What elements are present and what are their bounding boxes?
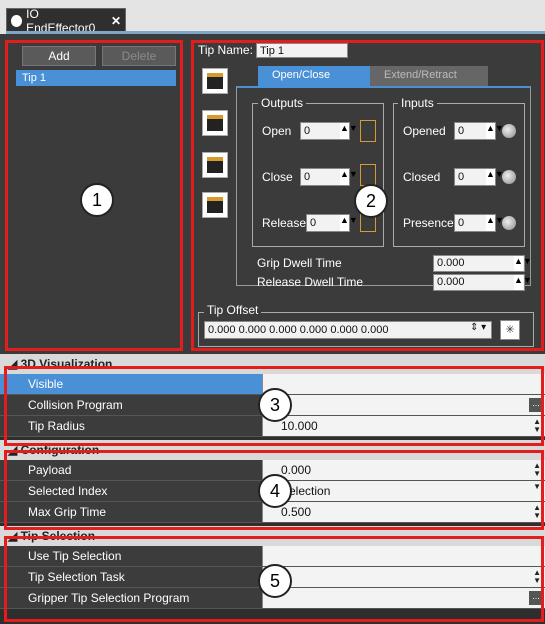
input-opened-label: Opened — [403, 124, 446, 138]
spinner-icon[interactable]: ▲▼ — [514, 256, 532, 271]
release-dwell-input[interactable]: 0.000 — [433, 274, 525, 291]
outputs-title: Outputs — [258, 96, 307, 110]
editor-tab[interactable]: IO EndEffector0 ✕ — [6, 7, 126, 35]
teach-button-icon[interactable]: ✳ — [500, 320, 520, 340]
input-presence-label: Presence — [403, 216, 454, 230]
spinner-icon[interactable]: ▲▼ — [340, 215, 358, 231]
tip-offset-title: Tip Offset — [204, 303, 262, 317]
grip-dwell-label: Grip Dwell Time — [257, 256, 342, 270]
input-closed-led-icon — [502, 170, 516, 184]
spinner-icon[interactable]: ▲▼ — [486, 169, 504, 185]
callout-3: 3 — [258, 388, 292, 422]
output-close-indicator — [360, 164, 376, 186]
tip-name-input[interactable]: Tip 1 — [256, 43, 348, 58]
output-open-indicator — [360, 120, 376, 142]
input-opened-led-icon — [502, 124, 516, 138]
callout-4: 4 — [258, 474, 292, 508]
grip-dwell-input[interactable]: 0.000 — [433, 255, 525, 272]
callout-1: 1 — [80, 183, 114, 217]
tool-icon-3[interactable] — [202, 152, 228, 178]
tab-open-close[interactable]: Open/Close — [258, 66, 378, 86]
add-button[interactable]: Add — [22, 46, 96, 66]
delete-button[interactable]: Delete — [102, 46, 176, 66]
open-close-tool-icon[interactable] — [202, 68, 228, 94]
spinner-icon[interactable]: ▲▼ — [340, 169, 358, 185]
spinner-icon[interactable]: ▲▼ — [486, 123, 504, 139]
output-close-label: Close — [262, 170, 293, 184]
release-dwell-label: Release Dwell Time — [257, 275, 364, 289]
input-presence-led-icon — [502, 216, 516, 230]
callout-2: 2 — [354, 184, 388, 218]
tip-offset-input[interactable]: 0.000 0.000 0.000 0.000 0.000 0.000 — [204, 321, 492, 339]
output-open-label: Open — [262, 124, 292, 138]
tool-icon-4[interactable] — [202, 192, 228, 218]
input-closed-label: Closed — [403, 170, 441, 184]
robot-icon — [11, 14, 23, 27]
extend-retract-tool-icon[interactable] — [202, 110, 228, 136]
tab-extend-retract[interactable]: Extend/Retract — [370, 66, 488, 86]
close-icon[interactable]: ✕ — [111, 14, 121, 28]
inputs-title: Inputs — [398, 96, 437, 110]
spinner-icon[interactable]: ▲▼ — [340, 123, 358, 139]
output-release-label: Release — [262, 216, 307, 230]
tip-name-label: Tip Name: — [198, 43, 253, 57]
spinner-dropdown-icon[interactable]: ⇕ ▾ — [470, 322, 486, 333]
spinner-icon[interactable]: ▲▼ — [514, 275, 532, 290]
callout-5: 5 — [258, 564, 292, 598]
list-item-tip1[interactable]: Tip 1 — [16, 70, 176, 86]
spinner-icon[interactable]: ▲▼ — [486, 215, 504, 231]
